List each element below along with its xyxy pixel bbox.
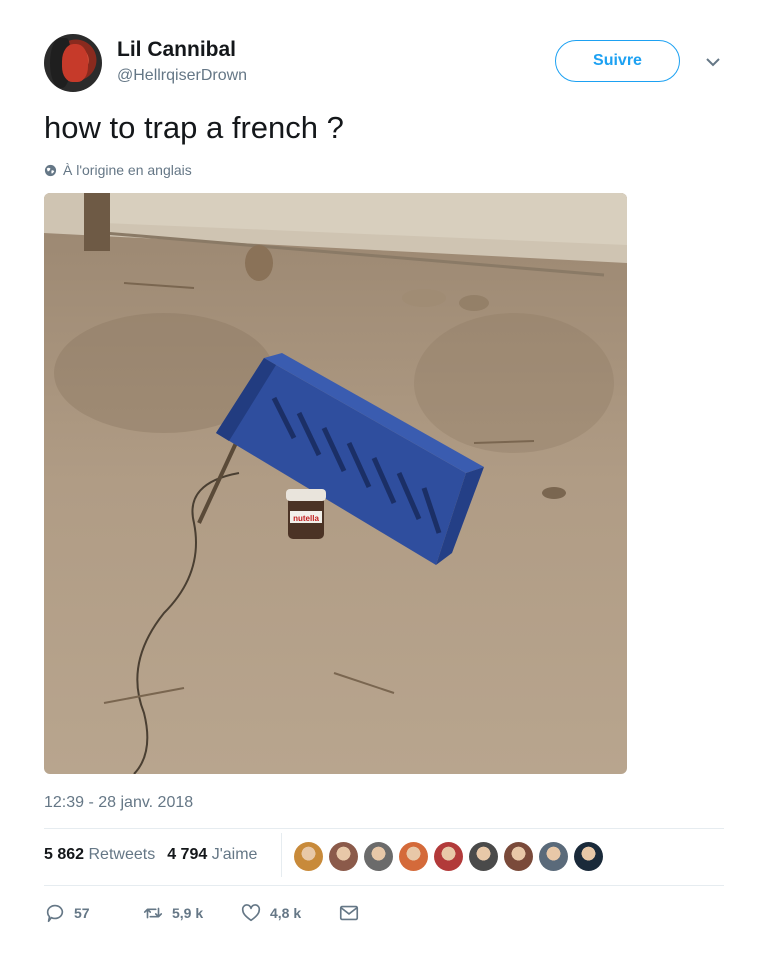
like-count: 4,8 k: [270, 905, 302, 921]
tweet-photo[interactable]: nutella: [44, 193, 627, 774]
envelope-icon: [339, 905, 359, 921]
divider-bottom: [44, 885, 724, 886]
retweets-count: 5 862: [44, 846, 85, 863]
engagement-stats: 5 862 Retweets 4 794 J'aime: [44, 846, 257, 864]
user-handle[interactable]: @HellrqiserDrown: [117, 67, 247, 85]
svg-text:nutella: nutella: [293, 514, 319, 523]
likers-avatars: [294, 842, 603, 871]
liker-avatar[interactable]: [469, 842, 498, 871]
liker-avatar[interactable]: [434, 842, 463, 871]
heart-icon: [241, 904, 261, 922]
reply-icon: [46, 904, 64, 923]
likes-stat[interactable]: 4 794 J'aime: [167, 846, 257, 864]
liker-avatar[interactable]: [329, 842, 358, 871]
tweet-actions: 57 5,9 k 4,8 k: [44, 902, 360, 924]
reply-count: 57: [74, 905, 90, 921]
avatar-face: [62, 44, 88, 82]
translation-note: À l'origine en anglais: [44, 162, 192, 178]
retweet-icon: [143, 907, 163, 919]
liker-avatar[interactable]: [539, 842, 568, 871]
translation-label: À l'origine en anglais: [63, 162, 192, 178]
divider-top: [44, 828, 724, 829]
tweet-text: how to trap a french ?: [44, 110, 344, 145]
avatar[interactable]: [44, 34, 102, 92]
stats-separator: [281, 833, 282, 877]
like-action[interactable]: 4,8 k: [240, 902, 338, 924]
follow-button[interactable]: Suivre: [555, 40, 680, 82]
liker-avatar[interactable]: [364, 842, 393, 871]
message-action[interactable]: [338, 902, 360, 924]
globe-icon: [44, 164, 57, 176]
liker-avatar[interactable]: [294, 842, 323, 871]
likes-count: 4 794: [167, 846, 208, 863]
liker-avatar[interactable]: [574, 842, 603, 871]
retweets-stat[interactable]: 5 862 Retweets: [44, 846, 155, 864]
user-name[interactable]: Lil Cannibal: [117, 38, 236, 62]
retweet-action[interactable]: 5,9 k: [142, 902, 240, 924]
tweet-timestamp[interactable]: 12:39 - 28 janv. 2018: [44, 794, 193, 812]
chevron-down-icon[interactable]: [703, 55, 723, 69]
crate-trap-photo: nutella: [44, 193, 627, 774]
likes-label: J'aime: [211, 846, 258, 863]
liker-avatar[interactable]: [504, 842, 533, 871]
reply-action[interactable]: 57: [44, 902, 142, 924]
liker-avatar[interactable]: [399, 842, 428, 871]
retweet-count: 5,9 k: [172, 905, 204, 921]
retweets-label: Retweets: [88, 846, 156, 863]
